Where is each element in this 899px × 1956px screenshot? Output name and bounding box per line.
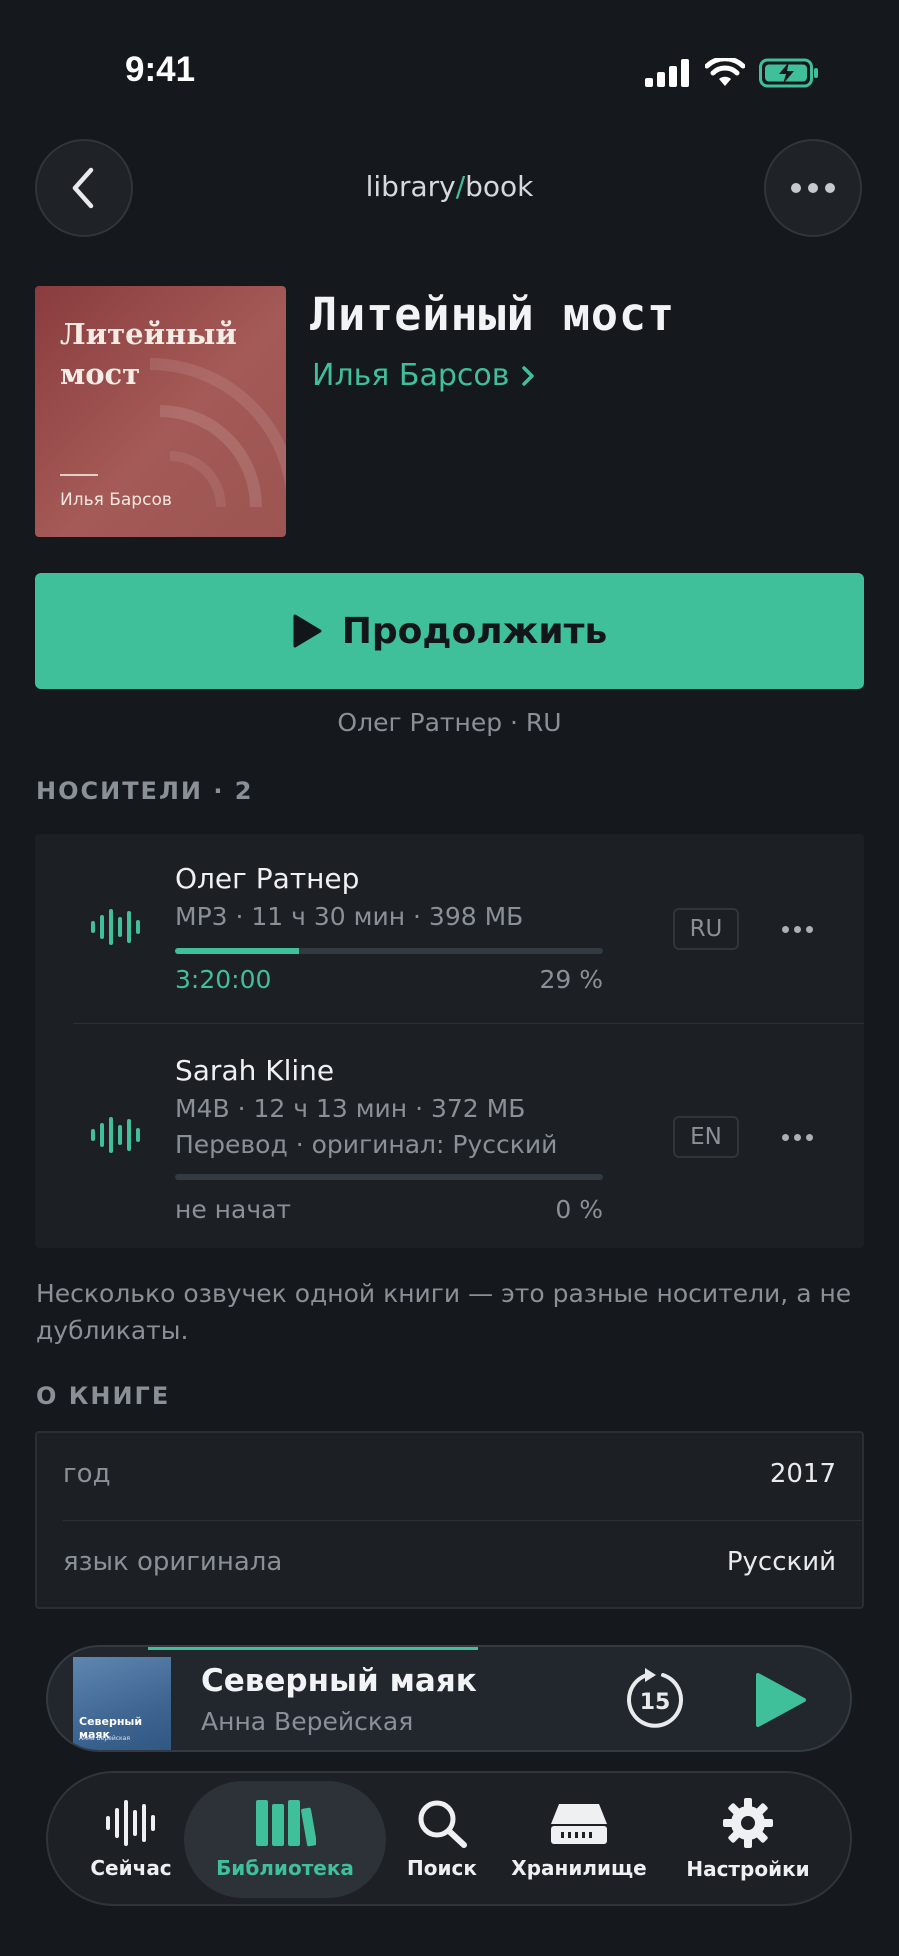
language-badge: EN bbox=[673, 1116, 739, 1158]
book-title: Литейный мост bbox=[310, 288, 676, 341]
continue-label: Продолжить bbox=[341, 610, 608, 652]
rewind-15-icon: 15 bbox=[627, 1668, 683, 1728]
tab-label: Поиск bbox=[407, 1855, 477, 1880]
mini-player[interactable]: Северный маяк Анна Верейская Северный ма… bbox=[46, 1645, 852, 1752]
media-list: Олег Ратнер MP3 · 11 ч 30 мин · 398 МБ 3… bbox=[35, 834, 864, 1248]
waveform-icon bbox=[91, 909, 140, 945]
media-progress-fill bbox=[175, 948, 300, 954]
author-name: Илья Барсов bbox=[312, 358, 510, 393]
mini-player-title: Северный маяк bbox=[201, 1663, 477, 1699]
media-meta: M4B · 12 ч 13 мин · 372 МБ bbox=[175, 1094, 526, 1123]
about-key: язык оригинала bbox=[63, 1547, 283, 1577]
mini-player-cover: Северный маяк Анна Верейская bbox=[73, 1657, 171, 1750]
mini-player-artist: Анна Верейская bbox=[201, 1707, 414, 1736]
cover-divider bbox=[60, 474, 98, 476]
media-position: 3:20:00 bbox=[175, 965, 272, 994]
media-position: не начат bbox=[175, 1195, 291, 1224]
skip-back-15-button[interactable]: 15 bbox=[623, 1667, 687, 1731]
media-percent: 0 % bbox=[555, 1195, 603, 1224]
media-percent: 29 % bbox=[539, 965, 603, 994]
storage-drive-icon bbox=[551, 1803, 607, 1844]
breadcrumb-library[interactable]: library bbox=[366, 170, 456, 203]
media-more-button[interactable] bbox=[782, 926, 813, 933]
about-value: Русский bbox=[726, 1547, 836, 1577]
continue-button[interactable]: Продолжить bbox=[35, 573, 864, 689]
tab-search[interactable]: Поиск bbox=[392, 1773, 492, 1904]
author-link[interactable]: Илья Барсов bbox=[312, 358, 535, 393]
book-cover: Литейный мост Илья Барсов bbox=[35, 286, 286, 537]
language-badge: RU bbox=[673, 908, 739, 950]
media-footnote: Несколько озвучек одной книги — это разн… bbox=[36, 1279, 852, 1345]
media-progress-bar bbox=[175, 948, 603, 954]
waveform-icon bbox=[91, 1117, 140, 1153]
wifi-icon bbox=[705, 58, 745, 86]
mini-cover-author: Анна Верейская bbox=[79, 1735, 130, 1742]
battery-charging-icon bbox=[759, 58, 818, 88]
tab-now[interactable]: Сейчас bbox=[76, 1773, 186, 1904]
about-row-year: год 2017 bbox=[37, 1433, 862, 1520]
cellular-signal-icon bbox=[645, 59, 689, 87]
gear-icon bbox=[723, 1797, 773, 1848]
cover-author: Илья Барсов bbox=[60, 490, 172, 510]
about-row-original-language: язык оригинала Русский bbox=[37, 1521, 862, 1608]
mini-play-button[interactable] bbox=[754, 1672, 808, 1728]
tab-settings[interactable]: Настройки bbox=[678, 1773, 818, 1904]
play-icon bbox=[756, 1673, 806, 1727]
skip-label: 15 bbox=[640, 1690, 671, 1715]
tab-label: Библиотека bbox=[216, 1855, 354, 1880]
chevron-right-icon bbox=[522, 365, 535, 386]
waveform-icon bbox=[106, 1799, 155, 1846]
breadcrumb-book: book bbox=[465, 170, 534, 203]
about-card: год 2017 язык оригинала Русский bbox=[35, 1431, 864, 1609]
breadcrumb-separator: / bbox=[455, 170, 466, 203]
cover-title: Литейный мост bbox=[60, 317, 237, 391]
media-meta: MP3 · 11 ч 30 мин · 398 МБ bbox=[175, 902, 524, 931]
tab-bar: Сейчас Библиотека Поиск Хранилище Настро… bbox=[46, 1771, 852, 1906]
tab-label: Настройки bbox=[686, 1856, 810, 1881]
more-options-button[interactable] bbox=[764, 139, 862, 237]
tab-label: Хранилище bbox=[511, 1855, 647, 1880]
media-more-button[interactable] bbox=[782, 1134, 813, 1141]
media-narrator: Sarah Kline bbox=[175, 1054, 335, 1087]
about-section-title: О КНИГЕ bbox=[36, 1382, 171, 1410]
tab-library[interactable]: Библиотека bbox=[184, 1773, 386, 1904]
media-translation-note: Перевод · оригинал: Русский bbox=[175, 1130, 558, 1159]
search-icon bbox=[418, 1800, 467, 1848]
media-item[interactable]: Олег Ратнер MP3 · 11 ч 30 мин · 398 МБ 3… bbox=[35, 834, 864, 1023]
tab-storage[interactable]: Хранилище bbox=[506, 1773, 652, 1904]
media-narrator: Олег Ратнер bbox=[175, 862, 360, 895]
play-icon bbox=[293, 614, 322, 648]
about-key: год bbox=[63, 1459, 111, 1489]
status-icons bbox=[645, 58, 819, 88]
books-icon bbox=[256, 1799, 316, 1846]
mini-player-progress bbox=[148, 1647, 479, 1650]
ellipsis-icon bbox=[791, 183, 835, 193]
media-progress-bar bbox=[175, 1174, 603, 1180]
current-narration-info: Олег Ратнер · RU bbox=[337, 708, 562, 737]
tab-label: Сейчас bbox=[90, 1855, 172, 1880]
about-value: 2017 bbox=[769, 1459, 836, 1489]
status-time: 9:41 bbox=[125, 50, 196, 89]
media-section-title: НОСИТЕЛИ · 2 bbox=[36, 777, 254, 805]
media-item[interactable]: Sarah Kline M4B · 12 ч 13 мин · 372 МБ П… bbox=[35, 1024, 864, 1248]
